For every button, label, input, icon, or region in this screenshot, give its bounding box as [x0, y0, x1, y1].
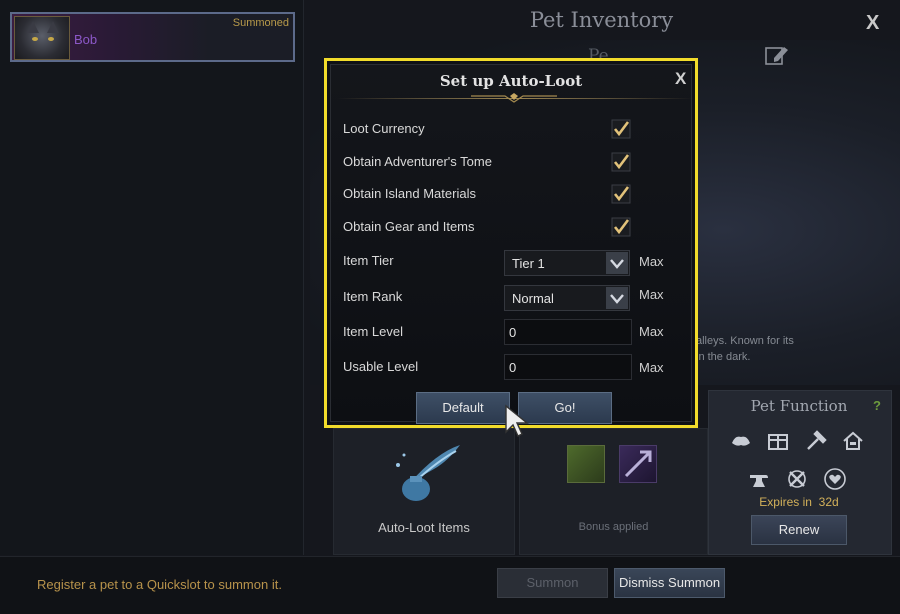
- window-title: Pet Inventory: [529, 8, 674, 32]
- item-rank-label: Item Rank: [343, 289, 403, 304]
- renew-button[interactable]: Renew: [751, 515, 847, 545]
- gear-items-checkbox[interactable]: [611, 217, 631, 237]
- item-rank-select[interactable]: Normal: [504, 285, 630, 311]
- bonus-applied-label: Bonus applied: [578, 521, 649, 533]
- item-tier-max-label: Max: [639, 254, 664, 269]
- pet-function-title: Pet Function: [750, 397, 848, 415]
- item-rank-max-label: Max: [639, 287, 664, 302]
- bonus-arrow-icon[interactable]: [619, 445, 657, 483]
- gear-items-label: Obtain Gear and Items: [343, 219, 475, 234]
- auto-loot-dialog: Set up Auto-Loot X Loot Currency Obtain …: [324, 58, 698, 428]
- close-dialog-button[interactable]: X: [675, 69, 686, 89]
- item-level-max-label: Max: [639, 324, 664, 339]
- chevron-down-icon[interactable]: [606, 252, 628, 274]
- item-rank-value: Normal: [512, 291, 554, 306]
- dismiss-summon-button[interactable]: Dismiss Summon: [614, 568, 725, 598]
- auto-loot-items-panel[interactable]: Auto-Loot Items: [333, 428, 515, 555]
- summon-button[interactable]: Summon: [497, 568, 608, 598]
- storage-icon[interactable]: [729, 429, 753, 453]
- mouse-cursor-icon: [505, 404, 529, 437]
- usable-level-input[interactable]: 0: [504, 354, 632, 380]
- auto-loot-items-label: Auto-Loot Items: [378, 520, 470, 535]
- island-materials-checkbox[interactable]: [611, 184, 631, 204]
- adventurers-tome-checkbox[interactable]: [611, 152, 631, 172]
- quickslot-hint: Register a pet to a Quickslot to summon …: [37, 577, 282, 592]
- auto-loot-bag-icon: [396, 445, 460, 501]
- home-icon[interactable]: [841, 429, 865, 453]
- adventurers-tome-label: Obtain Adventurer's Tome: [343, 154, 492, 169]
- usable-level-max-label: Max: [639, 360, 664, 375]
- pet-name: Bob: [74, 32, 98, 47]
- chevron-down-icon[interactable]: [606, 287, 628, 309]
- expiration-label: Expires in 32d: [759, 495, 839, 509]
- usable-level-value: 0: [509, 360, 517, 375]
- island-materials-label: Obtain Island Materials: [343, 186, 476, 201]
- help-icon[interactable]: ?: [869, 398, 885, 414]
- item-tier-value: Tier 1: [512, 256, 545, 271]
- chest-icon[interactable]: [766, 429, 790, 453]
- dialog-body: Set up Auto-Loot X Loot Currency Obtain …: [330, 64, 693, 424]
- item-level-label: Item Level: [343, 324, 403, 339]
- pet-status-label: Summoned: [232, 17, 289, 29]
- loot-currency-label: Loot Currency: [343, 121, 425, 136]
- bonus-skill-icon[interactable]: [567, 445, 605, 483]
- item-level-value: 0: [509, 325, 517, 340]
- item-tier-select[interactable]: Tier 1: [504, 250, 630, 276]
- item-level-input[interactable]: 0: [504, 319, 632, 345]
- pet-avatar: [14, 16, 70, 60]
- usable-level-label: Usable Level: [343, 359, 419, 374]
- pet-description: alleys. Known for its in the dark.: [696, 335, 794, 363]
- pet-list-panel: Bob Summoned: [0, 0, 304, 555]
- hammer-icon[interactable]: [804, 429, 828, 453]
- close-window-button[interactable]: X: [866, 12, 879, 35]
- bonus-panel: Bonus applied: [519, 428, 708, 555]
- item-tier-label: Item Tier: [343, 253, 394, 268]
- footer-bar: Register a pet to a Quickslot to summon …: [0, 556, 900, 614]
- go-button[interactable]: Go!: [518, 392, 612, 424]
- pet-list-item[interactable]: Bob Summoned: [10, 12, 295, 62]
- pet-function-panel: Pet Function ? Expires in 32d Renew: [708, 390, 892, 555]
- default-button[interactable]: Default: [416, 392, 510, 424]
- title-ornament-icon: [471, 93, 557, 103]
- repair-icon[interactable]: [785, 467, 809, 491]
- heart-icon[interactable]: [823, 467, 847, 491]
- dialog-title: Set up Auto-Loot: [439, 72, 583, 90]
- edit-icon[interactable]: [764, 44, 790, 66]
- loot-currency-checkbox[interactable]: [611, 119, 631, 139]
- anvil-icon[interactable]: [747, 467, 771, 491]
